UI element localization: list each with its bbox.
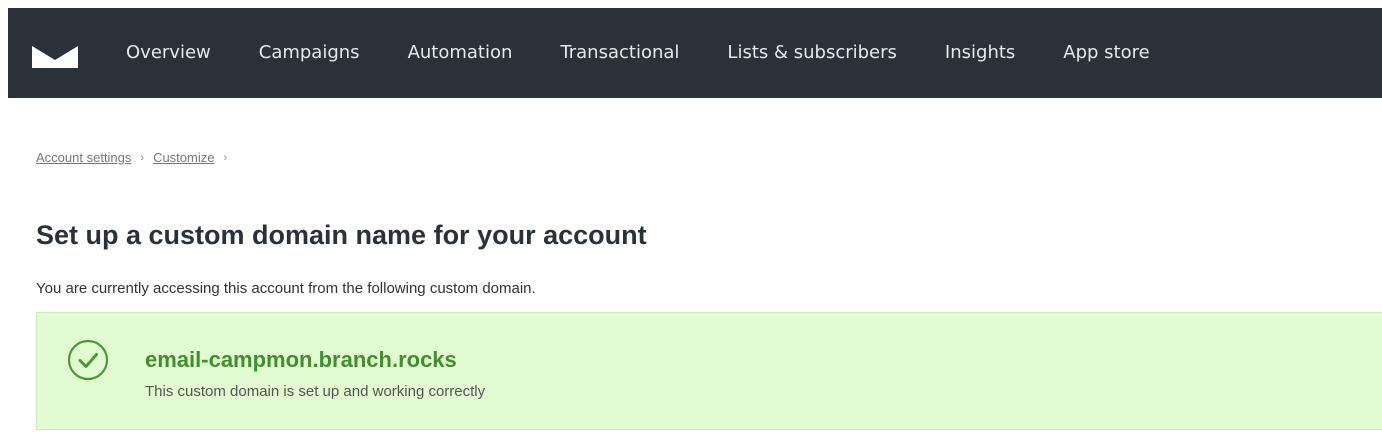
nav-item-transactional[interactable]: Transactional [536,8,703,98]
breadcrumb-separator: › [223,151,228,164]
custom-domain-name: email-campmon.branch.rocks [145,347,457,372]
nav-item-lists-subscribers[interactable]: Lists & subscribers [703,8,921,98]
top-navbar: Overview Campaigns Automation Transactio… [8,8,1382,98]
page: Overview Campaigns Automation Transactio… [0,0,1382,444]
breadcrumb-separator: › [140,151,145,164]
nav-menu: Overview Campaigns Automation Transactio… [102,8,1174,98]
nav-item-overview[interactable]: Overview [102,8,235,98]
nav-item-insights[interactable]: Insights [921,8,1039,98]
breadcrumb-link-account-settings[interactable]: Account settings [36,150,131,165]
check-circle-icon [67,339,109,381]
nav-item-automation[interactable]: Automation [384,8,537,98]
nav-item-campaigns[interactable]: Campaigns [235,8,384,98]
page-intro-text: You are currently accessing this account… [36,280,536,297]
domain-success-panel: email-campmon.branch.rocks This custom d… [36,312,1382,430]
nav-item-app-store[interactable]: App store [1039,8,1173,98]
breadcrumb: Account settings › Customize › [36,150,236,165]
domain-status-text: This custom domain is set up and working… [145,383,486,400]
envelope-logo-icon[interactable] [32,46,78,68]
page-title: Set up a custom domain name for your acc… [36,220,647,250]
breadcrumb-link-customize[interactable]: Customize [153,150,214,165]
